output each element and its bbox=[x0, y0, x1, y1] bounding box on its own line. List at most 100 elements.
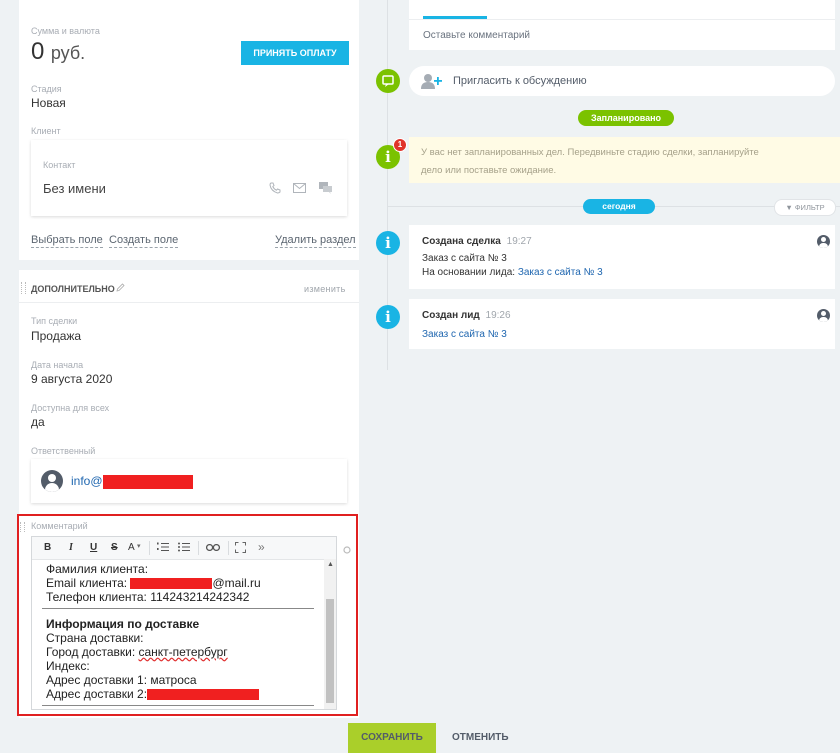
editor-line-city: Город доставки: санкт-петербург bbox=[46, 645, 228, 659]
fullscreen-icon[interactable] bbox=[235, 542, 246, 553]
contact-label: Контакт bbox=[43, 160, 76, 170]
strikethrough-button[interactable]: S bbox=[111, 542, 118, 553]
editor-toolbar: B I U S A ▾ » bbox=[32, 537, 336, 560]
today-badge: сегодня bbox=[583, 199, 655, 214]
deal-main-card: Сумма и валюта 0 руб. ПРИНЯТЬ ОПЛАТУ Ста… bbox=[19, 0, 359, 260]
save-button[interactable]: СОХРАНИТЬ bbox=[348, 723, 436, 753]
author-avatar bbox=[817, 235, 830, 248]
redaction-block bbox=[147, 689, 260, 701]
stage-value[interactable]: Новая bbox=[31, 96, 66, 110]
scroll-up-icon[interactable]: ▲ bbox=[327, 561, 334, 568]
bold-button[interactable]: B bbox=[44, 542, 51, 553]
filter-label: ФИЛЬТР bbox=[794, 203, 825, 212]
accept-payment-button[interactable]: ПРИНЯТЬ ОПЛАТУ bbox=[241, 41, 349, 65]
divider bbox=[228, 541, 229, 555]
comment-input[interactable]: Оставьте комментарий bbox=[423, 30, 530, 41]
font-size-button[interactable]: A bbox=[128, 542, 135, 553]
start-date-value[interactable]: 9 августа 2020 bbox=[31, 372, 112, 386]
no-tasks-text: У вас нет запланированных дел. Передвинь… bbox=[421, 147, 759, 158]
redaction-block bbox=[103, 475, 193, 489]
invite-card[interactable]: Пригласить к обсуждению bbox=[409, 66, 835, 96]
phone-icon[interactable] bbox=[269, 182, 281, 194]
divider bbox=[19, 302, 359, 303]
divider bbox=[42, 705, 314, 706]
info-icon: i bbox=[376, 231, 400, 255]
lead-link[interactable]: Заказ с сайта № 3 bbox=[518, 267, 603, 278]
lead-link[interactable]: Заказ с сайта № 3 bbox=[422, 329, 507, 340]
event-line: Заказ с сайта № 3 bbox=[422, 253, 507, 264]
editor-line: Индекс: bbox=[46, 659, 90, 673]
editor-scrollbar[interactable]: ▲ bbox=[324, 559, 336, 709]
avatar-body bbox=[819, 243, 828, 248]
underline-button[interactable]: U bbox=[90, 542, 97, 553]
editor-line-address2: Адрес доставки 2: bbox=[46, 687, 260, 701]
avatar-head bbox=[48, 474, 56, 482]
timeline-event-lead-created: Создан лид 19:26 Заказ с сайта № 3 bbox=[409, 299, 835, 349]
drag-handle-icon[interactable] bbox=[21, 282, 26, 294]
editor-line: Адрес доставки 1: матроса bbox=[46, 673, 197, 687]
chat-icon[interactable] bbox=[319, 182, 332, 194]
scrollbar-thumb[interactable] bbox=[326, 599, 334, 703]
cancel-button[interactable]: ОТМЕНИТЬ bbox=[452, 723, 509, 753]
avatar-body bbox=[45, 483, 59, 492]
info-icon: i bbox=[376, 305, 400, 329]
divider bbox=[198, 541, 199, 555]
divider bbox=[149, 541, 150, 555]
deal-type-value[interactable]: Продажа bbox=[31, 329, 81, 343]
no-tasks-note: У вас нет запланированных дел. Передвинь… bbox=[409, 137, 840, 183]
planned-badge: Запланировано bbox=[578, 110, 674, 126]
comment-editor-card: Оставьте комментарий bbox=[409, 0, 835, 50]
event-title: Создан лид 19:26 bbox=[422, 310, 511, 321]
filter-icon: ▼ bbox=[785, 203, 795, 212]
chevron-down-icon[interactable]: ▾ bbox=[137, 542, 141, 550]
divider bbox=[409, 19, 835, 20]
event-line: На основании лида: Заказ с сайта № 3 bbox=[422, 267, 603, 278]
contact-name[interactable]: Без имени bbox=[43, 181, 106, 196]
additional-title: ДОПОЛНИТЕЛЬНО bbox=[31, 284, 115, 294]
editor-content[interactable]: Фамилия клиента: Email клиента: @mail.ru… bbox=[32, 559, 324, 709]
responsible-label: Ответственный bbox=[31, 446, 96, 456]
comment-bubble-icon bbox=[376, 69, 400, 93]
client-label: Клиент bbox=[31, 126, 61, 136]
more-tools-button[interactable]: » bbox=[258, 540, 265, 554]
stage-label: Стадия bbox=[31, 84, 62, 94]
notification-badge: 1 bbox=[393, 138, 407, 152]
settings-icon[interactable] bbox=[343, 546, 351, 554]
editor-heading: Информация по доставке bbox=[46, 617, 200, 631]
editor-line: Телефон клиента: 114243214242342 bbox=[46, 590, 250, 604]
comment-editor[interactable]: B I U S A ▾ » Фамилия клиента: Email кли… bbox=[31, 536, 337, 710]
available-value[interactable]: да bbox=[31, 415, 45, 429]
deal-type-label: Тип сделки bbox=[31, 316, 78, 326]
invite-label: Пригласить к обсуждению bbox=[453, 75, 587, 87]
italic-button[interactable]: I bbox=[69, 542, 73, 553]
avatar-head bbox=[821, 311, 826, 316]
available-label: Доступна для всех bbox=[31, 403, 110, 413]
comment-highlight-frame: Комментарий B I U S A ▾ » Фамилия клиент… bbox=[17, 514, 358, 716]
filter-button[interactable]: ▼ ФИЛЬТР bbox=[774, 199, 836, 216]
author-avatar bbox=[817, 309, 830, 322]
amount-label: Сумма и валюта bbox=[31, 26, 100, 36]
pencil-icon[interactable] bbox=[116, 283, 125, 292]
numbered-list-icon[interactable] bbox=[157, 542, 169, 553]
drag-handle-icon[interactable] bbox=[20, 522, 25, 532]
divider bbox=[42, 608, 314, 609]
comment-label: Комментарий bbox=[31, 521, 88, 531]
avatar-body bbox=[819, 317, 828, 322]
mail-icon[interactable] bbox=[293, 183, 306, 193]
responsible-box: info@ bbox=[31, 459, 347, 503]
contact-box: Контакт Без имени bbox=[31, 140, 347, 216]
responsible-email[interactable]: info@ bbox=[71, 474, 103, 488]
edit-section-link[interactable]: изменить bbox=[304, 284, 346, 294]
create-field-link[interactable]: Создать поле bbox=[109, 234, 179, 248]
link-icon[interactable] bbox=[206, 544, 220, 551]
editor-line-email: Email клиента: @mail.ru bbox=[46, 576, 261, 590]
bullet-list-icon[interactable] bbox=[178, 542, 190, 553]
invite-user-icon bbox=[421, 74, 442, 89]
editor-line: Фамилия клиента: bbox=[46, 562, 149, 576]
avatar-head bbox=[821, 237, 826, 242]
select-field-link[interactable]: Выбрать поле bbox=[31, 234, 103, 248]
editor-line: Страна доставки: bbox=[46, 631, 144, 645]
start-date-label: Дата начала bbox=[31, 360, 84, 370]
timeline-event-deal-created: Создана сделка 19:27 Заказ с сайта № 3 Н… bbox=[409, 225, 835, 289]
delete-section-link[interactable]: Удалить раздел bbox=[275, 234, 356, 248]
